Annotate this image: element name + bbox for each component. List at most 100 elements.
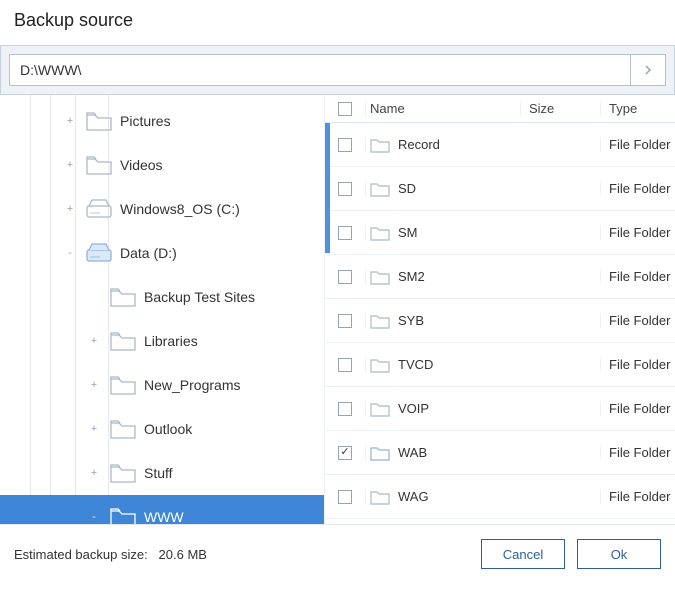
tree-item-label: Windows8_OS (C:)	[120, 201, 240, 217]
path-input[interactable]	[9, 54, 630, 86]
header-checkbox[interactable]	[338, 102, 352, 116]
row-type: File Folder	[600, 489, 675, 504]
row-type: File Folder	[600, 401, 675, 416]
tree-item[interactable]: - Data (D:)	[0, 231, 324, 275]
tree-item[interactable]: + Windows8_OS (C:)	[0, 187, 324, 231]
row-checkbox[interactable]	[338, 314, 352, 328]
list-item[interactable]: SYB File Folder	[325, 299, 675, 343]
header-size[interactable]: Size	[520, 101, 600, 116]
folder-icon	[370, 225, 390, 241]
tree-item[interactable]: + Stuff	[0, 451, 324, 495]
list-item[interactable]: SM2 File Folder	[325, 255, 675, 299]
list-item[interactable]: Record File Folder	[325, 123, 675, 167]
row-type: File Folder	[600, 269, 675, 284]
list-item[interactable]: TVCD File Folder	[325, 343, 675, 387]
list-pane[interactable]: Name Size Type Record File Folder SD Fil…	[325, 95, 675, 524]
folder-icon	[370, 269, 390, 285]
folder-icon	[108, 284, 138, 310]
row-checkbox[interactable]	[338, 182, 352, 196]
list-item[interactable]: WAB File Folder	[325, 431, 675, 475]
header-name[interactable]: Name	[365, 101, 520, 116]
collapse-icon[interactable]: -	[88, 511, 100, 523]
tree-item[interactable]: Backup Test Sites	[0, 275, 324, 319]
folder-icon	[84, 108, 114, 134]
list-item[interactable]: VOIP File Folder	[325, 387, 675, 431]
est-value: 20.6 MB	[159, 547, 207, 562]
folder-icon	[108, 328, 138, 354]
tree-item-label: Videos	[120, 157, 163, 173]
tree-pane[interactable]: + Pictures+ Videos+ Windows8_OS (C:)- Da…	[0, 95, 325, 524]
row-checkbox[interactable]	[338, 446, 352, 460]
folder-icon	[108, 416, 138, 442]
folder-icon	[370, 357, 390, 373]
row-type: File Folder	[600, 313, 675, 328]
tree-item[interactable]: + New_Programs	[0, 363, 324, 407]
expand-icon[interactable]: +	[88, 335, 100, 347]
folder-icon	[370, 137, 390, 153]
row-name: Record	[398, 137, 440, 152]
chevron-right-icon	[644, 65, 652, 75]
tree-item-label: New_Programs	[144, 377, 240, 393]
folder-icon	[370, 489, 390, 505]
folder-icon	[370, 313, 390, 329]
folder-icon	[108, 460, 138, 486]
row-type: File Folder	[600, 137, 675, 152]
row-name: SYB	[398, 313, 424, 328]
row-name: WAG	[398, 489, 429, 504]
folder-icon	[108, 372, 138, 398]
folder-icon	[84, 152, 114, 178]
folder-icon	[370, 181, 390, 197]
row-type: File Folder	[600, 181, 675, 196]
row-checkbox[interactable]	[338, 226, 352, 240]
row-name: WAB	[398, 445, 427, 460]
expander-none	[88, 291, 100, 303]
expand-icon[interactable]: +	[88, 423, 100, 435]
tree-item-label: Pictures	[120, 113, 171, 129]
path-bar	[0, 45, 675, 95]
tree-item-label: Stuff	[144, 465, 173, 481]
ok-button[interactable]: Ok	[577, 539, 661, 569]
row-name: VOIP	[398, 401, 429, 416]
list-item[interactable]: SD File Folder	[325, 167, 675, 211]
scroll-accent	[325, 123, 330, 253]
expand-icon[interactable]: +	[88, 379, 100, 391]
drive-icon	[84, 196, 114, 222]
folder-icon	[370, 401, 390, 417]
cancel-button[interactable]: Cancel	[481, 539, 565, 569]
row-checkbox[interactable]	[338, 270, 352, 284]
row-type: File Folder	[600, 357, 675, 372]
dialog-title: Backup source	[0, 0, 675, 45]
folder-icon	[108, 504, 138, 524]
est-label: Estimated backup size:	[14, 547, 148, 562]
row-name: SD	[398, 181, 416, 196]
expand-icon[interactable]: +	[64, 115, 76, 127]
row-type: File Folder	[600, 445, 675, 460]
list-item[interactable]: WAG File Folder	[325, 475, 675, 519]
tree-item[interactable]: + Pictures	[0, 99, 324, 143]
row-name: SM	[398, 225, 418, 240]
row-checkbox[interactable]	[338, 490, 352, 504]
tree-item[interactable]: + Libraries	[0, 319, 324, 363]
list-item[interactable]: SM File Folder	[325, 211, 675, 255]
row-checkbox[interactable]	[338, 402, 352, 416]
tree-item-label: Outlook	[144, 421, 192, 437]
row-checkbox[interactable]	[338, 358, 352, 372]
tree-item[interactable]: - WWW	[0, 495, 324, 524]
row-name: TVCD	[398, 357, 433, 372]
list-header: Name Size Type	[325, 95, 675, 123]
tree-item[interactable]: + Outlook	[0, 407, 324, 451]
drive-icon	[84, 240, 114, 266]
footer: Estimated backup size: 20.6 MB Cancel Ok	[0, 525, 675, 569]
tree-item[interactable]: + Videos	[0, 143, 324, 187]
row-name: SM2	[398, 269, 425, 284]
collapse-icon[interactable]: -	[64, 247, 76, 259]
row-type: File Folder	[600, 225, 675, 240]
tree-item-label: WWW	[144, 509, 184, 524]
expand-icon[interactable]: +	[64, 159, 76, 171]
header-type[interactable]: Type	[600, 101, 675, 116]
expand-icon[interactable]: +	[64, 203, 76, 215]
expand-icon[interactable]: +	[88, 467, 100, 479]
tree-item-label: Libraries	[144, 333, 198, 349]
row-checkbox[interactable]	[338, 138, 352, 152]
path-go-button[interactable]	[630, 54, 666, 86]
